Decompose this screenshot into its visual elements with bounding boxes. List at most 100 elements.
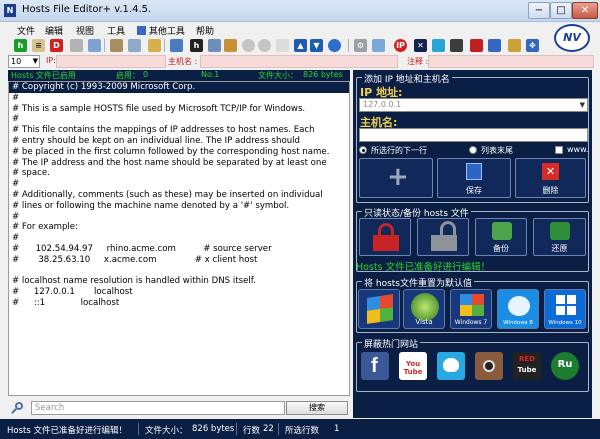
list-view-icon[interactable] — [488, 39, 501, 52]
font-size-select[interactable]: 10 ▼ — [8, 55, 40, 68]
hosts-enable-icon[interactable]: h — [14, 39, 27, 52]
hosts-editor[interactable]: # Copyright (c) 1993-2009 Microsoft Corp… — [8, 81, 350, 396]
editor-line[interactable]: # — [9, 233, 349, 244]
editor-line[interactable]: # space. — [9, 168, 349, 179]
hostname-filter-input[interactable] — [200, 55, 398, 68]
restore-button[interactable]: 还原 — [533, 218, 586, 256]
radio-list-end[interactable] — [469, 146, 477, 154]
network-icon[interactable] — [372, 39, 385, 52]
lock-icon[interactable] — [508, 39, 521, 52]
copy-icon[interactable] — [128, 39, 141, 52]
plus-icon: + — [387, 162, 409, 192]
ru-icon[interactable]: Ru — [551, 352, 579, 380]
maximize-button[interactable]: □ — [550, 2, 572, 19]
shortcut-icon[interactable] — [470, 39, 483, 52]
backup-button[interactable]: 备份 — [475, 218, 527, 256]
move-up-icon[interactable]: ▲ — [294, 39, 307, 52]
blank-icon[interactable] — [276, 39, 289, 52]
menu-help[interactable]: 帮助 — [196, 24, 214, 37]
gear-icon[interactable]: ⚙ — [354, 39, 367, 52]
check-icon[interactable] — [242, 39, 255, 52]
editor-line[interactable] — [9, 266, 349, 277]
ip-icon[interactable]: IP — [394, 39, 407, 52]
hostname-filter-label: 主机名 : — [168, 57, 198, 66]
editor-line[interactable]: # entry should be kept on an individual … — [9, 136, 349, 147]
radio-selected-next-label: 所选行的下一行 — [371, 146, 427, 155]
table-icon[interactable] — [170, 39, 183, 52]
list-icon[interactable] — [208, 39, 221, 52]
www-checkbox[interactable] — [555, 146, 563, 154]
editor-line[interactable]: # lines or following the machine name de… — [9, 201, 349, 212]
editor-line[interactable]: # Copyright (c) 1993-2009 Microsoft Corp… — [9, 82, 349, 93]
notepad-icon[interactable]: ≡ — [32, 39, 45, 52]
editor-line[interactable]: # — [9, 212, 349, 223]
youtube-icon[interactable]: You Tube — [399, 352, 427, 380]
note-filter-input[interactable] — [428, 55, 594, 68]
menu-other-tools[interactable]: 其他工具 — [137, 24, 189, 37]
block-icon[interactable]: ✕ — [414, 39, 427, 52]
editor-line[interactable]: # — [9, 114, 349, 125]
move-down-icon[interactable]: ▼ — [310, 39, 323, 52]
editor-line[interactable]: # Additionally, comments (such as these)… — [9, 190, 349, 201]
radio-selected-next[interactable] — [359, 146, 367, 154]
twitter-icon[interactable] — [437, 352, 465, 380]
unlock-button[interactable] — [417, 218, 469, 256]
uncheck-icon[interactable] — [258, 39, 271, 52]
facebook-icon[interactable]: f — [361, 352, 389, 380]
hosts-status: Hosts 文件已启用 — [11, 71, 76, 80]
reset-win7-button[interactable]: Windows 7 — [450, 289, 492, 329]
edit-icon[interactable] — [148, 39, 161, 52]
facebook-f-glyph: f — [371, 355, 378, 377]
search-input[interactable]: Search — [31, 401, 285, 415]
reset-win10-button[interactable]: Windows 10 — [544, 289, 586, 329]
note-filter-label: 注释 : — [407, 57, 429, 66]
reset-win8-button[interactable]: Windows 8 — [497, 289, 539, 329]
backup-icon — [492, 222, 512, 240]
menu-tools[interactable]: 工具 — [107, 24, 125, 37]
reset-winxp-button[interactable] — [358, 289, 400, 329]
terminal-icon[interactable] — [450, 39, 463, 52]
delete-button[interactable]: ✕ 删除 — [515, 158, 586, 198]
save-label: 保存 — [466, 186, 482, 195]
menu-edit[interactable]: 编辑 — [45, 24, 63, 37]
hostname-input[interactable] — [359, 128, 588, 142]
reset-vista-button[interactable]: Vista — [403, 289, 445, 329]
editor-line[interactable]: # ::1 localhost — [9, 298, 349, 309]
editor-line[interactable]: # 127.0.0.1 localhost — [9, 287, 349, 298]
youtube-label: You Tube — [403, 360, 423, 376]
menu-view[interactable]: 视图 — [76, 24, 94, 37]
disable-icon[interactable]: D — [50, 39, 63, 52]
add-entry-group: 添加 IP 地址和主机名 IP 地址: 127.0.0.1 ▼ 主机名: 所选行… — [356, 72, 589, 203]
save-button[interactable]: 保存 — [437, 158, 511, 198]
editor-line[interactable]: # This file contains the mappings of IP … — [9, 125, 349, 136]
editor-line[interactable]: # For example: — [9, 222, 349, 233]
redtube-icon[interactable]: RED Tube — [513, 352, 541, 380]
editor-line[interactable]: # 102.54.94.97 rhino.acme.com # source s… — [9, 244, 349, 255]
expand-icon[interactable]: ✥ — [526, 39, 539, 52]
new-file-icon[interactable] — [70, 39, 83, 52]
export-icon[interactable] — [224, 39, 237, 52]
screen-icon[interactable] — [432, 39, 445, 52]
tools-icon[interactable] — [110, 39, 123, 52]
editor-line[interactable]: # localhost name resolution is handled w… — [9, 276, 349, 287]
instagram-icon[interactable] — [475, 352, 503, 380]
save-file-icon[interactable] — [88, 39, 101, 52]
editor-line[interactable]: # The IP address and the host name shoul… — [9, 158, 349, 169]
hosts-h-icon[interactable]: h — [190, 39, 203, 52]
editor-line[interactable]: # This is a sample HOSTS file used by Mi… — [9, 104, 349, 115]
chevron-down-icon: ▼ — [579, 101, 585, 109]
globe-icon[interactable] — [328, 39, 341, 52]
editor-line[interactable]: # be placed in the first column followed… — [9, 147, 349, 158]
minimize-button[interactable]: − — [528, 2, 550, 19]
menu-file[interactable]: 文件 — [17, 24, 35, 37]
editor-line[interactable]: # — [9, 179, 349, 190]
lock-button[interactable] — [359, 218, 411, 256]
editor-line[interactable]: # — [9, 93, 349, 104]
ip-filter-input[interactable] — [56, 55, 166, 68]
ip-address-input[interactable]: 127.0.0.1 ▼ — [359, 98, 588, 112]
add-button[interactable]: + — [359, 158, 433, 198]
editor-line[interactable]: # 38.25.63.10 x.acme.com # x client host — [9, 255, 349, 266]
close-button[interactable]: ✕ — [572, 2, 598, 19]
delete-label: 删除 — [542, 186, 559, 195]
search-button[interactable]: 搜索 — [286, 401, 348, 415]
